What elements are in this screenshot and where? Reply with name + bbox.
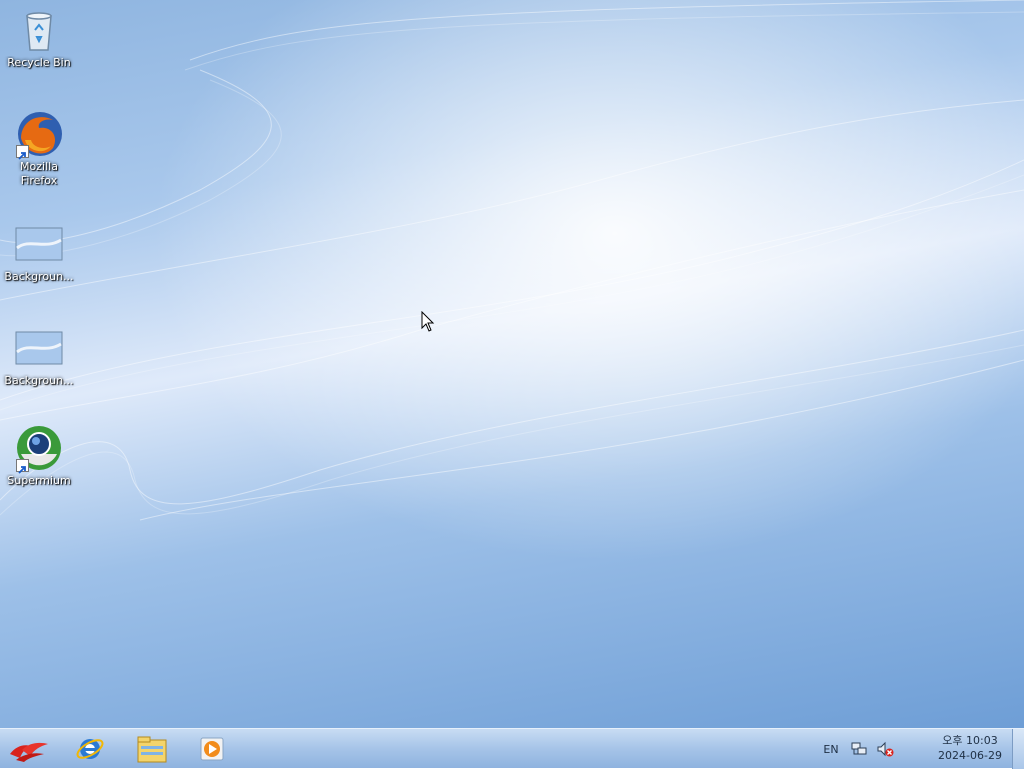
- mouse-cursor-icon: [421, 311, 435, 332]
- media-player-icon: [200, 737, 224, 761]
- network-button[interactable]: [846, 729, 872, 769]
- system-tray: EN 오후 10:03 2024-06-29: [816, 729, 1006, 769]
- volume-muted-icon: [877, 741, 894, 757]
- clock[interactable]: 오후 10:03 2024-06-29: [934, 733, 1006, 763]
- clock-time: 오후 10:03: [942, 734, 998, 747]
- desktop-icon-label: Backgroun...: [4, 270, 74, 283]
- recycle-bin-icon: [15, 6, 63, 54]
- image-file-icon: [15, 324, 63, 372]
- file-explorer-icon: [137, 736, 167, 763]
- desktop-icon-label: Backgroun...: [4, 374, 74, 387]
- desktop-icon-label: Supermium: [7, 474, 71, 487]
- desktop-icon-background-1[interactable]: Backgroun...: [1, 220, 77, 284]
- taskbar-media-player-button[interactable]: [186, 732, 238, 766]
- language-indicator[interactable]: EN: [816, 729, 846, 769]
- desktop-icon-recycle-bin[interactable]: Recycle Bin: [1, 6, 77, 70]
- desktop-icon-supermium[interactable]: Supermium: [1, 424, 77, 488]
- clock-date: 2024-06-29: [938, 749, 1002, 762]
- shortcut-arrow-icon: [16, 459, 29, 474]
- firefox-icon: [15, 110, 63, 160]
- desktop[interactable]: Recycle Bin Mozilla Firefox Backgroun...: [0, 0, 1024, 728]
- start-logo-icon: [10, 742, 48, 762]
- desktop-icon-background-2[interactable]: Backgroun...: [1, 324, 77, 388]
- volume-button[interactable]: [872, 729, 898, 769]
- taskbar-internet-explorer-button[interactable]: [64, 732, 116, 766]
- desktop-icon-label: Mozilla Firefox: [20, 160, 58, 187]
- taskbar-file-explorer-button[interactable]: [126, 732, 178, 766]
- taskbar: EN 오후 10:03 2024-06-29: [0, 728, 1024, 769]
- image-file-icon: [15, 220, 63, 268]
- supermium-icon: [15, 424, 63, 474]
- language-label: EN: [823, 742, 839, 756]
- network-icon: [851, 742, 867, 755]
- desktop-icon-mozilla-firefox[interactable]: Mozilla Firefox: [1, 110, 77, 188]
- show-desktop-button[interactable]: [1012, 729, 1024, 769]
- wallpaper: [0, 0, 1024, 728]
- shortcut-arrow-icon: [16, 145, 29, 160]
- start-button[interactable]: [2, 732, 54, 766]
- desktop-icon-label: Recycle Bin: [7, 56, 71, 69]
- internet-explorer-icon: [76, 739, 104, 759]
